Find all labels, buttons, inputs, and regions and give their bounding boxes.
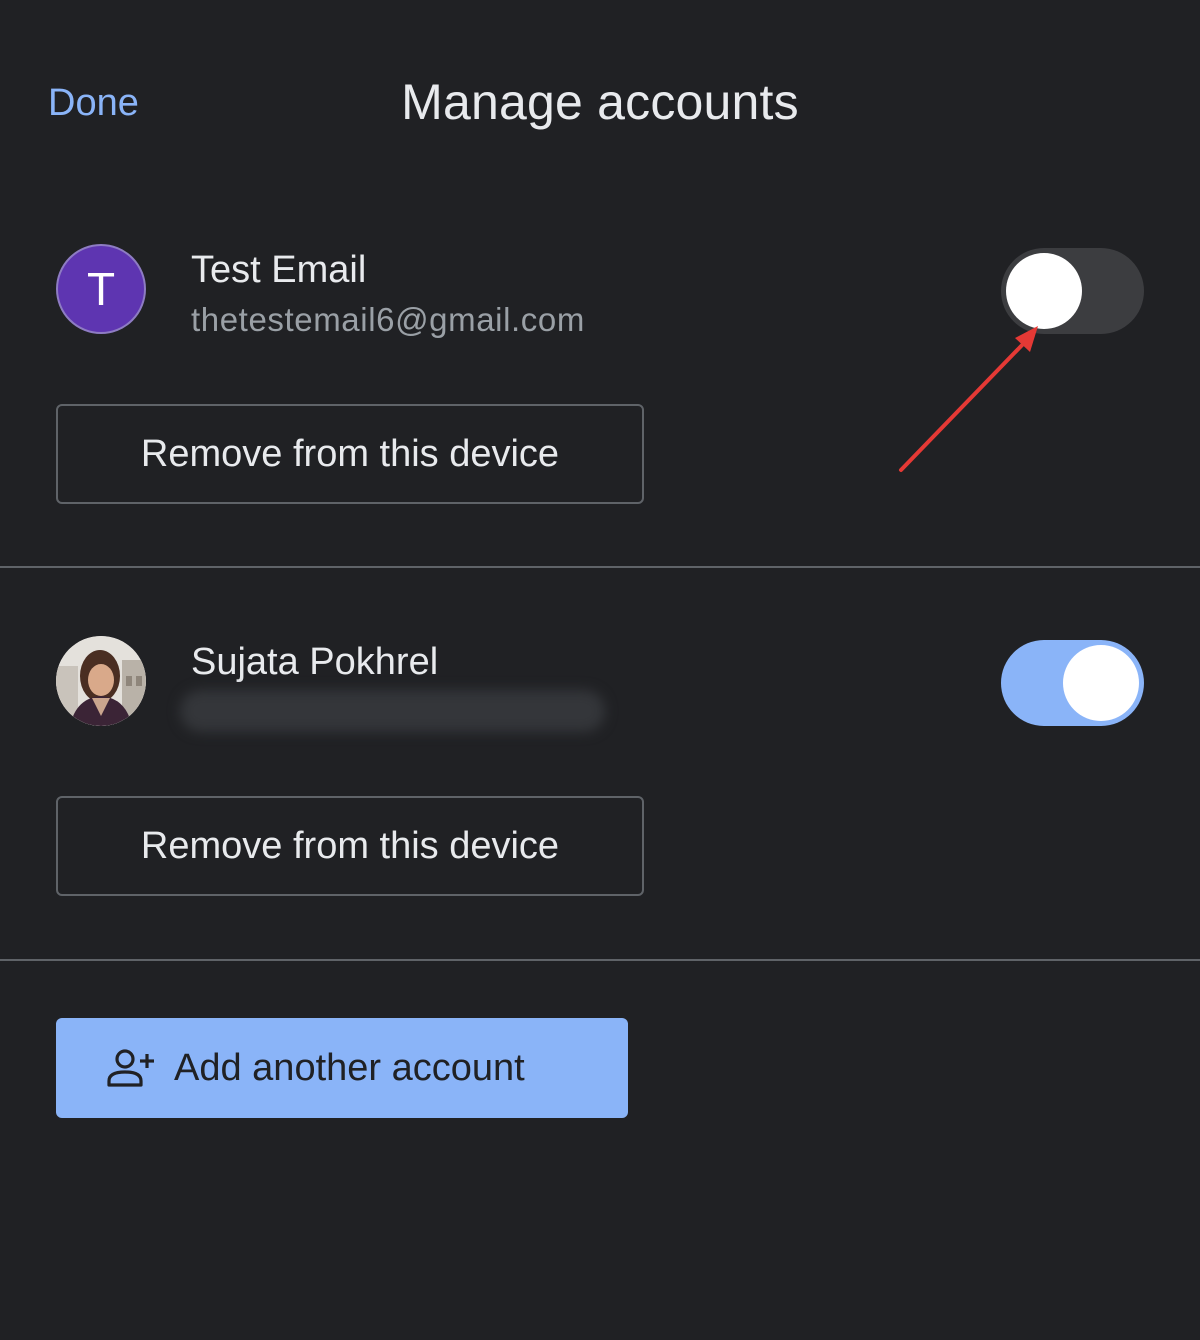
account-name: Sujata Pokhrel [191, 641, 439, 683]
account-toggle[interactable] [1001, 248, 1144, 334]
add-person-icon [107, 1049, 154, 1087]
add-account-label: Add another account [174, 1047, 525, 1089]
avatar [56, 636, 146, 726]
account-toggle[interactable] [1001, 640, 1144, 726]
profile-photo-icon [56, 636, 146, 726]
account-email: thetestemail6@gmail.com [191, 301, 585, 338]
toggle-knob [1006, 253, 1082, 329]
remove-account-button[interactable]: Remove from this device [56, 404, 644, 504]
remove-account-button[interactable]: Remove from this device [56, 796, 644, 896]
add-account-button[interactable]: Add another account [56, 1018, 628, 1118]
avatar: T [56, 244, 146, 334]
divider [0, 959, 1200, 961]
page-title: Manage accounts [401, 74, 799, 130]
account-email-redacted [180, 690, 605, 732]
account-name: Test Email [191, 249, 367, 291]
divider [0, 566, 1200, 568]
toggle-knob [1063, 645, 1139, 721]
header-bar: Done Manage accounts [0, 0, 1200, 200]
